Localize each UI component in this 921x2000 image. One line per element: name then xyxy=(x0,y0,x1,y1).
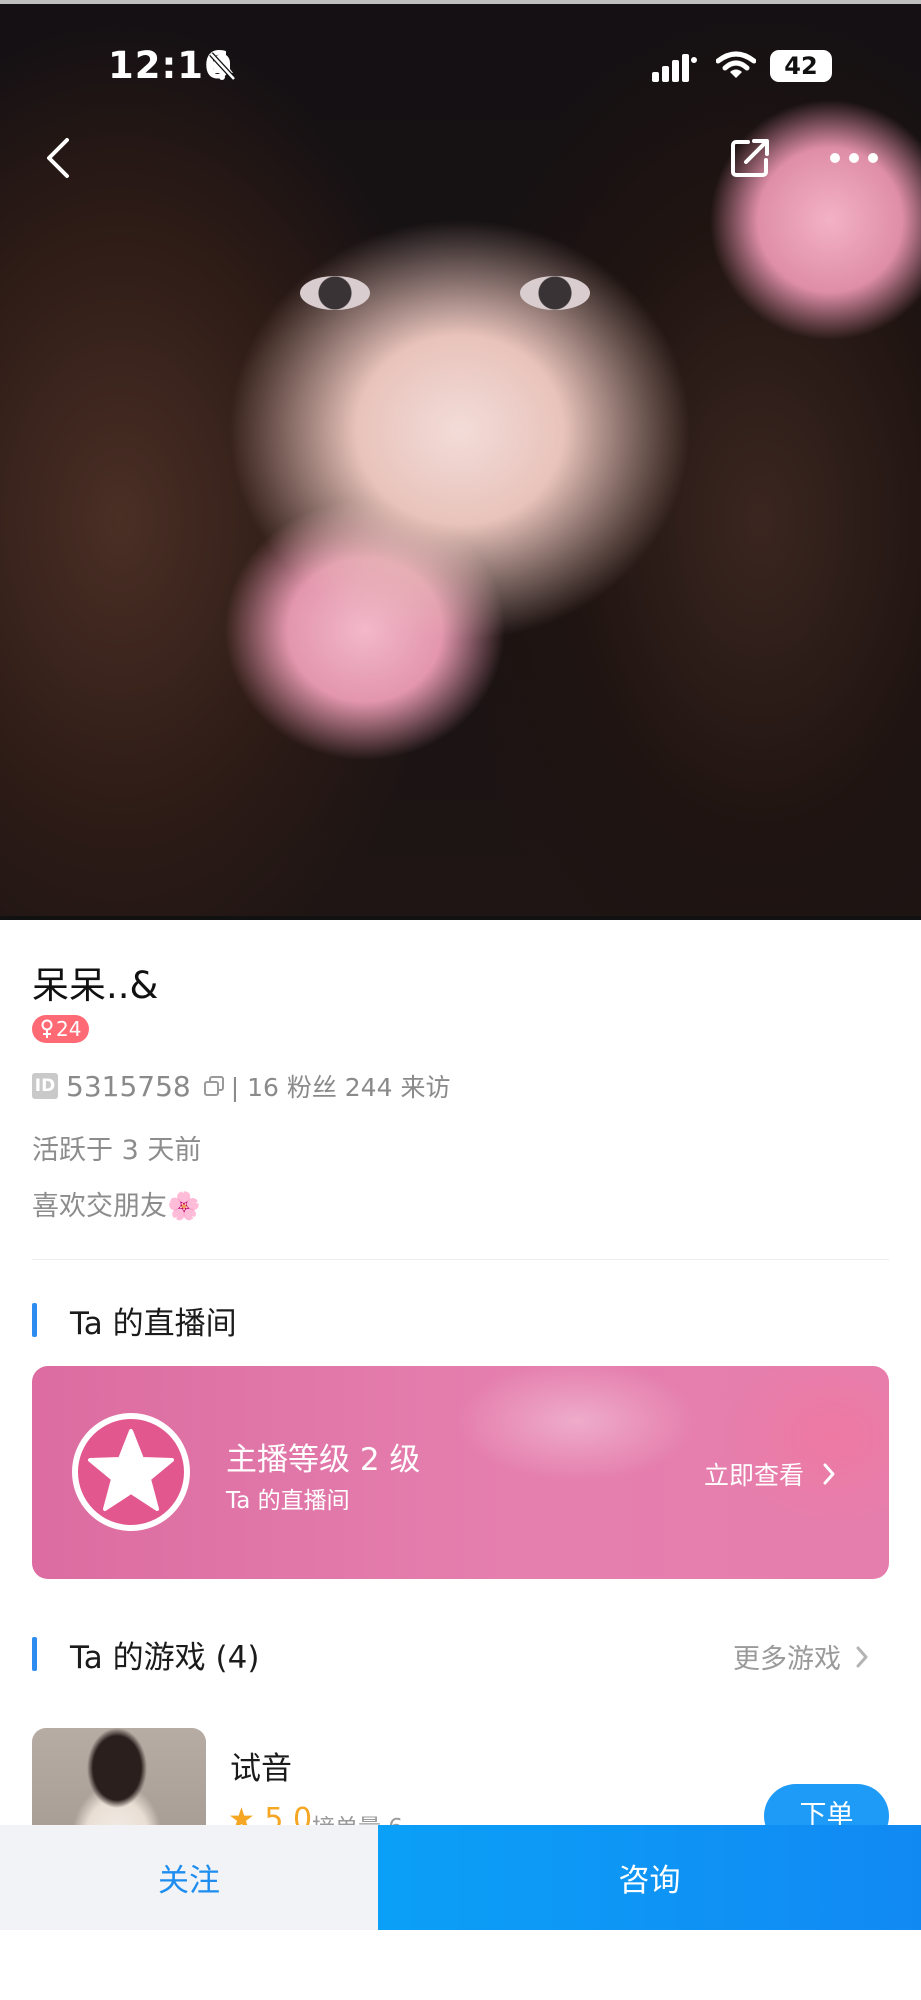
star-icon xyxy=(72,1413,190,1531)
status-bar: 12:16 42 xyxy=(0,0,921,130)
bio-text: 喜欢交朋友 xyxy=(32,1191,167,1222)
signal-icon xyxy=(652,54,697,82)
id-label-icon: ID xyxy=(32,1073,58,1099)
view-now-link[interactable]: 立即查看 xyxy=(704,1456,836,1492)
follower-visitor-stats: | 16 粉丝 244 来访 xyxy=(230,1073,451,1102)
more-games-link[interactable]: 更多游戏 xyxy=(733,1637,869,1676)
section-divider xyxy=(32,1259,889,1260)
back-button[interactable] xyxy=(26,126,90,190)
follow-button[interactable]: 关注 xyxy=(0,1825,378,1930)
copy-icon[interactable] xyxy=(203,1075,225,1097)
hero-eye-right xyxy=(520,276,590,310)
age-value: 24 xyxy=(56,1017,82,1041)
flower-emoji: 🌸 xyxy=(167,1191,201,1222)
games-section-title: Ta 的游戏 (4) xyxy=(70,1640,260,1676)
consult-button[interactable]: 咨询 xyxy=(378,1825,921,1930)
female-icon xyxy=(41,1019,53,1038)
back-icon xyxy=(47,138,69,178)
bottom-action-bar: 关注 咨询 xyxy=(0,1825,921,1930)
wifi-icon xyxy=(716,51,756,78)
battery-indicator: 42 xyxy=(770,50,832,82)
view-now-label: 立即查看 xyxy=(704,1461,805,1490)
live-room-card[interactable]: 主播等级 2 级 Ta 的直播间 立即查看 xyxy=(32,1366,889,1579)
chevron-right-icon xyxy=(823,1463,835,1485)
user-id: 5315758 xyxy=(66,1069,191,1103)
chevron-right-icon xyxy=(856,1646,868,1667)
share-button[interactable] xyxy=(718,126,782,190)
games-section-marker xyxy=(32,1637,37,1671)
last-active-text: 活跃于 3 天前 xyxy=(32,1135,202,1166)
more-games-label: 更多游戏 xyxy=(733,1644,841,1675)
live-section-title: Ta 的直播间 xyxy=(70,1306,237,1342)
share-icon xyxy=(731,139,769,177)
game-name: 试音 xyxy=(230,1751,292,1787)
more-options-button[interactable] xyxy=(822,126,886,190)
profile-name: 呆呆..& xyxy=(32,964,159,1007)
gender-age-badge: 24 xyxy=(32,1015,90,1043)
hero-eye-left xyxy=(300,276,370,310)
live-room-subtitle: Ta 的直播间 xyxy=(226,1488,350,1514)
more-icon xyxy=(830,153,878,163)
host-level-text: 主播等级 2 级 xyxy=(226,1442,421,1478)
hero-bottom-edge xyxy=(0,916,921,920)
live-section-marker xyxy=(32,1303,37,1337)
bio-text-row: 喜欢交朋友🌸 xyxy=(32,1184,201,1223)
profile-hero-image xyxy=(0,0,921,920)
bell-muted-icon xyxy=(209,52,236,81)
id-stats-row: ID 5315758 | 16 粉丝 244 来访 xyxy=(32,1068,450,1104)
